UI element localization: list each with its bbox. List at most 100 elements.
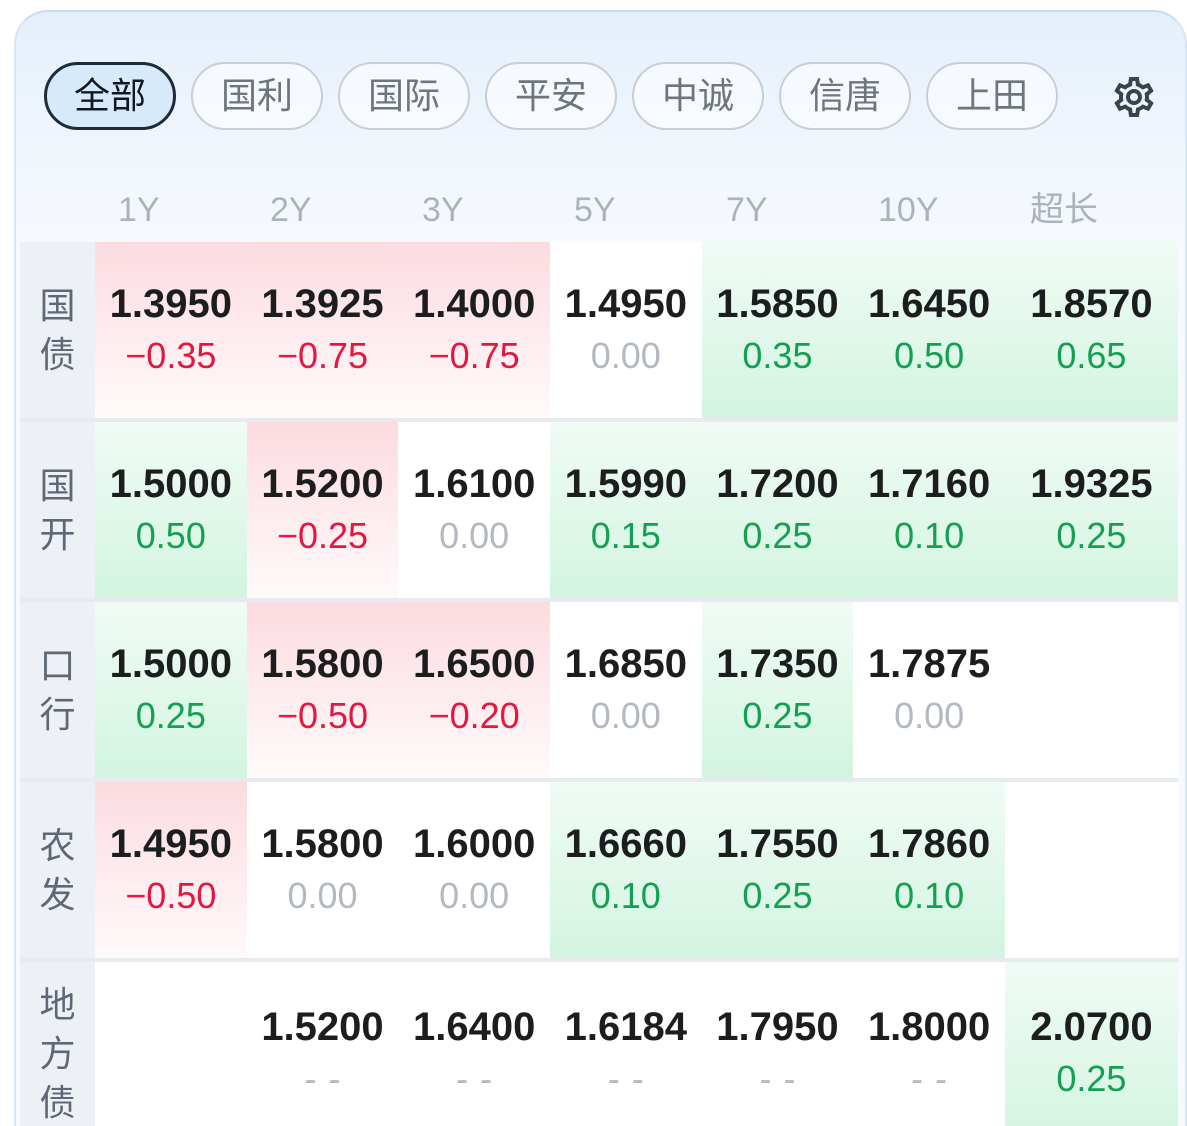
yield-value: 1.7860	[867, 822, 991, 866]
yield-cell-cdb-3y[interactable]: 1.6100 0.00	[398, 422, 550, 598]
row-label-text: 国开	[39, 465, 76, 555]
yield-change: 0.00	[287, 875, 358, 916]
yield-cell-local-gov-2y[interactable]: 1.5200 --	[246, 962, 399, 1126]
yield-table: 国债 1.3950 −0.35 1.3925 −0.75 1.4000 −0.75 1…	[20, 242, 1178, 1126]
yield-cell-treasury-7y[interactable]: 1.5850 0.35	[701, 242, 854, 418]
yield-value: 1.5000	[109, 642, 232, 686]
yield-change: 0.00	[439, 515, 510, 556]
settings-button[interactable]	[1110, 73, 1158, 121]
filter-chip-label: 国际	[367, 75, 440, 116]
filter-chip-xintang[interactable]: 信唐	[779, 62, 911, 130]
yield-cell-cdb-5y[interactable]: 1.5990 0.15	[549, 422, 702, 598]
column-header-5y: 5Y	[574, 191, 616, 229]
yield-change: 0.25	[1056, 515, 1127, 556]
yield-value: 1.5200	[261, 462, 384, 506]
yield-cell-adbc-10y[interactable]: 1.7860 0.10	[853, 782, 1005, 958]
filter-chip-guoli[interactable]: 国利	[191, 62, 323, 130]
filter-chip-label: 平安	[514, 75, 587, 116]
yield-change: 0.15	[590, 515, 661, 556]
table-row-treasury: 国债 1.3950 −0.35 1.3925 −0.75 1.4000 −0.75 1…	[20, 242, 1178, 422]
row-label-cdb: 国开	[20, 422, 95, 598]
yield-change: −0.50	[276, 695, 369, 736]
yield-change: 0.00	[439, 875, 510, 916]
yield-cell-cdb-1y[interactable]: 1.5000 0.50	[95, 422, 247, 598]
yield-change: 0.50	[894, 335, 965, 376]
yield-cell-adbc-5y[interactable]: 1.6660 0.10	[549, 782, 702, 958]
yield-cell-exim-5y[interactable]: 1.6850 0.00	[549, 602, 702, 778]
yield-change: --	[304, 1058, 353, 1099]
yield-cell-local-gov-3y[interactable]: 1.6400 --	[398, 962, 550, 1126]
yield-cell-cdb-ultra-long[interactable]: 1.9325 0.25	[1004, 422, 1178, 598]
yield-cell-local-gov-5y[interactable]: 1.6184 --	[549, 962, 702, 1126]
filter-chip-label: 国利	[220, 75, 293, 116]
empty-cell-exim-ultra-long	[1004, 602, 1178, 778]
filter-chip-shangtian[interactable]: 上田	[926, 62, 1058, 130]
yield-cell-local-gov-10y[interactable]: 1.8000 --	[853, 962, 1005, 1126]
yield-value: 1.8000	[867, 1005, 991, 1049]
yield-value: 1.5000	[109, 462, 232, 506]
yield-value: 1.6450	[867, 282, 991, 326]
row-label-adbc: 农发	[20, 782, 95, 958]
row-label-text: 口行	[39, 645, 76, 735]
column-header-2y: 2Y	[270, 191, 312, 229]
filter-chip-all[interactable]: 全部	[44, 62, 176, 130]
yield-value: 1.6660	[564, 822, 687, 866]
yield-value: 1.7350	[716, 642, 839, 686]
yield-cell-treasury-5y[interactable]: 1.4950 0.00	[549, 242, 702, 418]
yield-value: 1.3950	[109, 282, 232, 326]
yield-cell-exim-1y[interactable]: 1.5000 0.25	[95, 602, 247, 778]
table-row-adbc: 农发 1.4950 −0.50 1.5800 0.00 1.6000 0.00 1.6…	[20, 782, 1178, 962]
yield-cell-adbc-1y[interactable]: 1.4950 −0.50	[95, 782, 247, 958]
broker-filter-bar: 全部 国利 国际 平安 中诚 信唐 上田	[44, 62, 1058, 130]
yield-value: 1.5200	[261, 1005, 384, 1049]
filter-chip-label: 上田	[955, 75, 1028, 116]
yield-cell-treasury-10y[interactable]: 1.6450 0.50	[853, 242, 1005, 418]
yield-cell-adbc-7y[interactable]: 1.7550 0.25	[701, 782, 854, 958]
yield-value: 1.6400	[412, 1005, 536, 1049]
yield-cell-local-gov-ultra-long[interactable]: 2.0700 0.25	[1004, 962, 1178, 1126]
yield-cell-treasury-3y[interactable]: 1.4000 −0.75	[398, 242, 550, 418]
yield-cell-cdb-7y[interactable]: 1.7200 0.25	[701, 422, 854, 598]
yield-change: −0.20	[428, 695, 520, 736]
yield-cell-cdb-2y[interactable]: 1.5200 −0.25	[246, 422, 399, 598]
yield-cell-exim-7y[interactable]: 1.7350 0.25	[701, 602, 854, 778]
yield-change: --	[911, 1058, 960, 1099]
yield-change: 0.10	[894, 875, 965, 916]
yield-change: 0.25	[135, 695, 206, 736]
yield-value: 1.5800	[261, 642, 384, 686]
yield-change: 0.35	[742, 335, 813, 376]
yield-cell-treasury-1y[interactable]: 1.3950 −0.35	[95, 242, 247, 418]
yield-cell-cdb-10y[interactable]: 1.7160 0.10	[853, 422, 1005, 598]
yield-cell-local-gov-7y[interactable]: 1.7950 --	[701, 962, 854, 1126]
yield-value: 1.6000	[412, 822, 536, 866]
yield-change: 0.25	[742, 875, 813, 916]
yield-change: --	[607, 1058, 656, 1099]
yield-cell-exim-3y[interactable]: 1.6500 −0.20	[398, 602, 550, 778]
filter-chip-zhongcheng[interactable]: 中诚	[632, 62, 764, 130]
table-row-cdb: 国开 1.5000 0.50 1.5200 −0.25 1.6100 0.00 1.5…	[20, 422, 1178, 602]
yield-cell-exim-10y[interactable]: 1.7875 0.00	[853, 602, 1005, 778]
yield-change: --	[456, 1058, 505, 1099]
yield-cell-adbc-2y[interactable]: 1.5800 0.00	[246, 782, 399, 958]
yield-change: --	[759, 1058, 808, 1099]
yield-cell-treasury-2y[interactable]: 1.3925 −0.75	[246, 242, 399, 418]
yield-value: 1.4950	[564, 282, 687, 326]
empty-cell-adbc-ultra-long	[1004, 782, 1178, 958]
yield-change: 0.65	[1056, 335, 1127, 376]
yield-value: 1.6500	[412, 642, 536, 686]
filter-chip-guoji[interactable]: 国际	[338, 62, 470, 130]
yield-change: 0.00	[590, 695, 661, 736]
yield-change: 0.10	[590, 875, 661, 916]
yield-cell-exim-2y[interactable]: 1.5800 −0.50	[246, 602, 399, 778]
yield-value: 1.7160	[867, 462, 991, 506]
yield-change: −0.50	[125, 875, 217, 916]
yield-cell-treasury-ultra-long[interactable]: 1.8570 0.65	[1004, 242, 1178, 418]
yield-cell-adbc-3y[interactable]: 1.6000 0.00	[398, 782, 550, 958]
filter-chip-label: 中诚	[661, 75, 734, 116]
yield-value: 1.8570	[1030, 282, 1153, 326]
yield-change: 0.00	[894, 695, 965, 736]
yield-quote-card: 全部 国利 国际 平安 中诚 信唐 上田 1Y 2Y 3Y 5Y 7Y 10Y …	[14, 10, 1187, 1126]
empty-cell-local-gov-1y	[95, 962, 247, 1126]
row-label-treasury: 国债	[20, 242, 95, 418]
filter-chip-pingan[interactable]: 平安	[485, 62, 617, 130]
